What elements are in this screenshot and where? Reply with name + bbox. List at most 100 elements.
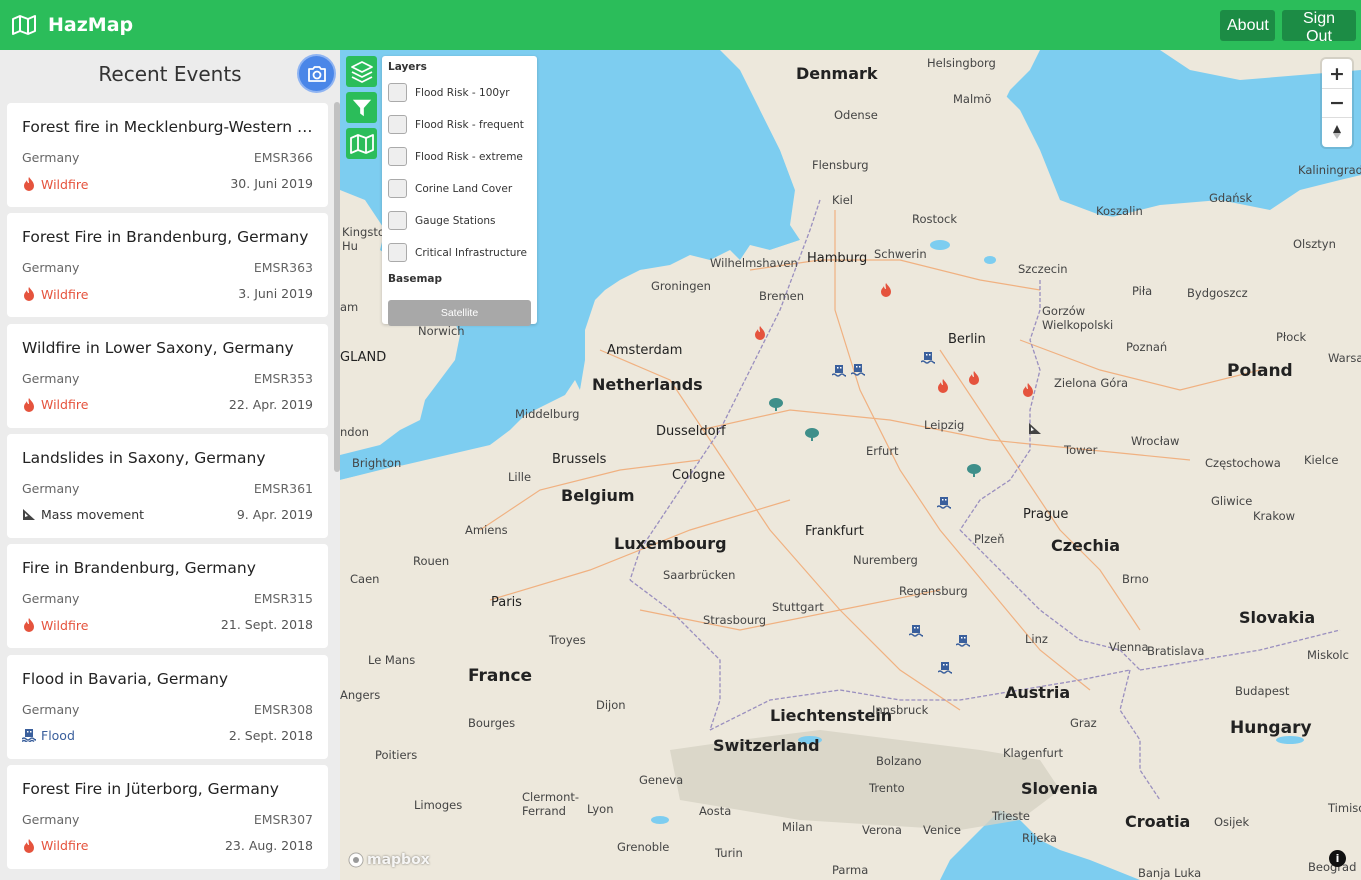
- slide-marker-icon[interactable]: [1028, 420, 1042, 436]
- map-label-hungary: Hungary: [1230, 718, 1312, 738]
- map-label-paris: Paris: [491, 595, 522, 610]
- layer-toggle[interactable]: Corine Land Cover: [388, 179, 512, 198]
- filter-button[interactable]: [346, 92, 377, 123]
- attribution-info-button[interactable]: i: [1329, 850, 1346, 867]
- flood-marker-icon[interactable]: [937, 660, 953, 676]
- fire-marker-icon[interactable]: [1021, 382, 1035, 398]
- map-label-am: am: [340, 300, 359, 314]
- event-card[interactable]: Forest Fire in Jüterborg, Germany Germany…: [7, 764, 328, 869]
- map-label-limoges: Limoges: [414, 798, 463, 812]
- map-label-olsztyn: Olsztyn: [1293, 237, 1336, 251]
- storm-marker-icon[interactable]: [768, 396, 783, 412]
- map-label-regensburg: Regensburg: [899, 584, 968, 598]
- map-label-leipzig: Leipzig: [924, 418, 965, 432]
- zoom-out-button[interactable]: −: [1322, 88, 1352, 117]
- storm-marker-icon[interactable]: [804, 426, 819, 442]
- map-label-amsterdam: Amsterdam: [607, 343, 683, 358]
- map-label-croatia: Croatia: [1125, 812, 1191, 831]
- event-date: 2. Sept. 2018: [228, 727, 313, 743]
- map-label-lille: Lille: [508, 470, 532, 484]
- layers-panel: Layers Flood Risk - 100yr Flood Risk - fr…: [382, 56, 537, 326]
- map-icon: [12, 15, 36, 35]
- sidebar-title: Recent Events: [98, 62, 242, 86]
- flood-marker-icon[interactable]: [955, 633, 971, 649]
- event-card[interactable]: Wildfire in Lower Saxony, Germany Germany…: [7, 323, 328, 428]
- layer-checkbox[interactable]: [388, 179, 407, 198]
- flood-icon: [22, 729, 36, 742]
- layers-button[interactable]: [346, 56, 377, 87]
- event-card[interactable]: Fire in Brandenburg, Germany Germany EMSR3…: [7, 544, 328, 649]
- map-view[interactable]: Denmark Netherlands Belgium Luxembourg Franc…: [340, 50, 1361, 880]
- map-label-france: France: [468, 666, 533, 686]
- layer-toggle[interactable]: Gauge Stations: [388, 211, 496, 230]
- event-country: Germany: [22, 370, 80, 386]
- sign-out-button[interactable]: Sign Out: [1282, 10, 1356, 45]
- layer-toggle[interactable]: Flood Risk - extreme: [388, 147, 523, 166]
- event-code: EMSR315: [253, 591, 313, 607]
- satellite-button[interactable]: Satellite: [388, 300, 531, 326]
- camera-button[interactable]: [299, 56, 334, 91]
- storm-marker-icon[interactable]: [966, 462, 981, 478]
- map-label-strasbourg: Strasbourg: [703, 613, 767, 627]
- app-title: HazMap: [48, 14, 134, 36]
- flood-marker-icon[interactable]: [831, 363, 847, 379]
- layer-checkbox[interactable]: [388, 115, 407, 134]
- event-type-label: Wildfire: [41, 286, 89, 302]
- landslide-icon: [23, 509, 35, 521]
- event-card[interactable]: Flood in Bavaria, Germany Germany EMSR308 F…: [7, 654, 328, 759]
- map-label-koszalin: Koszalin: [1096, 204, 1143, 218]
- event-type-label: Wildfire: [41, 838, 89, 854]
- layer-checkbox[interactable]: [388, 83, 407, 102]
- map-label-kiel: Kiel: [832, 193, 854, 207]
- event-code: EMSR307: [253, 811, 313, 827]
- compass-button[interactable]: [1322, 117, 1352, 146]
- map-label-linz: Linz: [1025, 632, 1048, 646]
- flood-marker-icon[interactable]: [908, 623, 924, 639]
- map-label-brno: Brno: [1122, 572, 1149, 586]
- map-label-helsingborg: Helsingborg: [927, 56, 996, 70]
- map-label-brighton: Brighton: [352, 456, 402, 470]
- map-label-saarbrucken: Saarbrücken: [663, 568, 736, 582]
- map-label-verona: Verona: [862, 823, 902, 837]
- map-label-lyon: Lyon: [587, 802, 614, 816]
- fire-marker-icon[interactable]: [967, 370, 981, 386]
- map-label-trento: Trento: [869, 781, 905, 795]
- layer-checkbox[interactable]: [388, 243, 407, 262]
- map-label-london: ndon: [340, 425, 369, 439]
- map-label-budapest: Budapest: [1235, 684, 1290, 698]
- fire-marker-icon[interactable]: [879, 282, 893, 298]
- fire-icon: [24, 838, 34, 853]
- layer-checkbox[interactable]: [388, 211, 407, 230]
- map-label-rostock: Rostock: [912, 212, 958, 226]
- map-label-poznan: Poznań: [1126, 340, 1168, 354]
- layer-checkbox[interactable]: [388, 147, 407, 166]
- event-card[interactable]: Landslides in Saxony, Germany Germany EMSR…: [7, 433, 328, 538]
- mapbox-logo[interactable]: mapbox: [348, 852, 430, 868]
- flood-marker-icon[interactable]: [920, 350, 936, 366]
- event-country: Germany: [22, 480, 80, 496]
- map-label-aosta: Aosta: [699, 804, 732, 818]
- event-card[interactable]: Forest fire in Mecklenburg-Western Pomer…: [7, 103, 328, 207]
- map-label-malmo: Malmö: [953, 92, 992, 106]
- layer-toggle[interactable]: Flood Risk - 100yr: [388, 83, 510, 102]
- flood-marker-icon[interactable]: [936, 495, 952, 511]
- map-label-innsbruck: Innsbruck: [872, 703, 929, 717]
- brand[interactable]: HazMap: [12, 13, 133, 37]
- fire-marker-icon[interactable]: [936, 378, 950, 394]
- map-label-lemans: Le Mans: [368, 653, 416, 667]
- flood-marker-icon[interactable]: [850, 362, 866, 378]
- layer-toggle[interactable]: Critical Infrastructure: [388, 243, 527, 262]
- basemap-button[interactable]: [346, 128, 377, 159]
- mapbox-icon: [348, 852, 364, 868]
- layer-label: Gauge Stations: [415, 214, 496, 227]
- layer-toggle[interactable]: Flood Risk - frequent: [388, 115, 524, 134]
- fire-marker-icon[interactable]: [753, 325, 767, 341]
- event-card[interactable]: Forest Fire in Brandenburg, Germany Germa…: [7, 213, 328, 318]
- map-label-geneva: Geneva: [639, 773, 684, 787]
- zoom-in-button[interactable]: +: [1322, 59, 1352, 88]
- map-label-cologne: Cologne: [672, 468, 726, 483]
- about-button[interactable]: About: [1220, 10, 1275, 41]
- event-title: Forest Fire in Brandenburg, Germany: [22, 228, 309, 247]
- event-date: 23. Aug. 2018: [224, 837, 313, 853]
- event-type: Wildfire: [22, 176, 88, 192]
